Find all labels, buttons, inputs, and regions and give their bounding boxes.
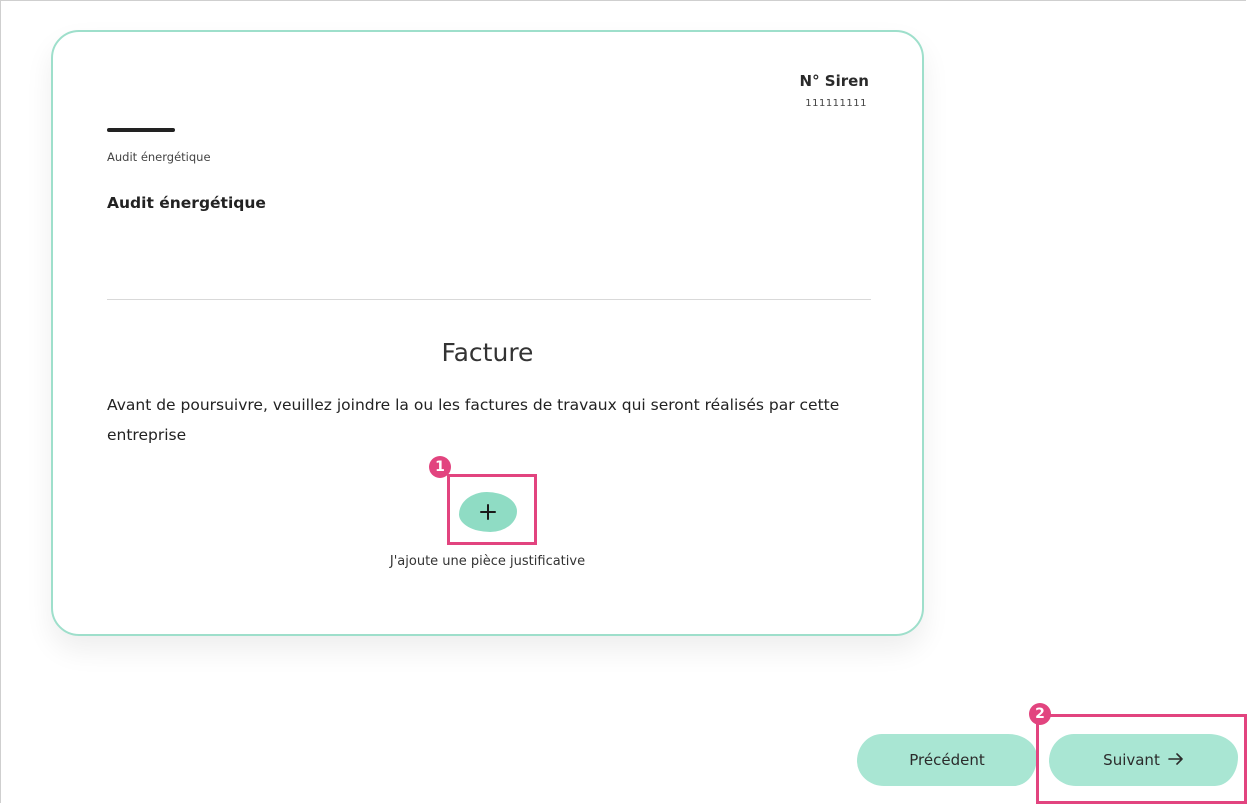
highlight-box-2 xyxy=(1036,714,1247,804)
siren-label: N° Siren xyxy=(799,72,869,90)
facture-title: Facture xyxy=(441,338,534,367)
add-attachment-label: J'ajoute une pièce justificative xyxy=(389,554,586,569)
category-dash xyxy=(107,128,175,132)
category-small-label: Audit énergétique xyxy=(107,150,211,164)
category-title: Audit énergétique xyxy=(107,194,266,212)
step-marker-1: 1 xyxy=(429,456,451,478)
divider xyxy=(107,299,871,300)
facture-instruction: Avant de poursuivre, veuillez joindre la… xyxy=(107,396,840,444)
previous-button[interactable]: Précédent xyxy=(857,734,1037,786)
step-marker-2: 2 xyxy=(1029,703,1051,725)
siren-value: 111111111 xyxy=(805,98,867,109)
company-card: N° Siren 111111111 Audit énergétique Aud… xyxy=(51,30,924,636)
previous-button-label: Précédent xyxy=(909,751,985,769)
highlight-box-1 xyxy=(447,474,537,545)
